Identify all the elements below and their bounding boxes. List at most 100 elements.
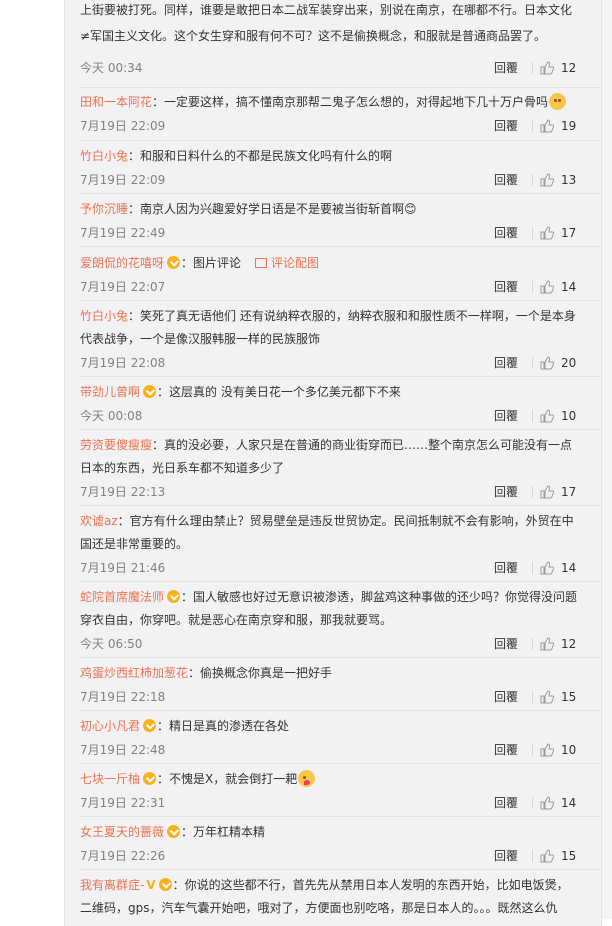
divider: [532, 691, 533, 703]
thumbs-up-icon[interactable]: [540, 561, 554, 575]
reply-button[interactable]: 回覆: [494, 56, 518, 80]
comment-item: 带劲儿曾啊 ：这层真的 没有美日花一个多亿美元都下不来 今天 00:08 回覆 1…: [80, 381, 580, 428]
username-link[interactable]: 竹白小兔: [80, 149, 128, 163]
comment-item: 蛇院首席魔法师 ：国人敏感也好过无意识被渗透，脚盆鸡这种事做的还少吗？你觉得没问题…: [80, 586, 580, 656]
divider: [80, 429, 600, 430]
comment-image-link[interactable]: 评论配图: [271, 256, 319, 270]
scrollbar[interactable]: [602, 0, 612, 919]
emoji-icon: [549, 93, 567, 110]
comment-time: 7月19日 21:46: [80, 561, 166, 575]
comment-time: 今天 06:50: [80, 637, 143, 651]
like-count: 20: [561, 356, 577, 370]
username-link[interactable]: 带劲儿曾啊: [80, 385, 140, 399]
like-count: 12: [561, 637, 577, 651]
comment-item: 我有离群症- V ：你说的这些都不行，首先先从禁用日本人发明的东西开始，比如电饭煲，…: [80, 874, 580, 919]
comment-item: 初心小凡君 ：精日是真的渗透在各处 7月19日 22:48 回覆 10: [80, 715, 580, 762]
comment-text: ：一定要这样，搞不懂南京那帮二鬼子怎么想的，对得起地下几十万户骨吗: [152, 95, 549, 109]
thumbs-up-icon[interactable]: [540, 173, 554, 187]
divider: [532, 562, 533, 574]
comment-item: 上街要被打死。同样，谁要是敢把日本二战军装穿出来，别说在南京，在哪都不行。日本文…: [80, 0, 580, 80]
verified-icon: [158, 878, 172, 891]
divider: [80, 581, 600, 582]
reply-button[interactable]: 回覆: [494, 738, 518, 762]
username-link[interactable]: 初心小凡君: [80, 719, 140, 733]
reply-button[interactable]: 回覆: [494, 168, 518, 192]
thumbs-up-icon[interactable]: [540, 119, 554, 133]
reply-button[interactable]: 回覆: [494, 632, 518, 656]
like-count: 10: [561, 409, 577, 423]
divider: [80, 246, 600, 247]
divider: [80, 869, 600, 870]
thumbs-up-icon[interactable]: [540, 280, 554, 294]
divider: [80, 816, 600, 817]
divider: [80, 87, 600, 88]
comment-text: 上街要被打死。同样，谁要是敢把日本二战军装穿出来，别说在南京，在哪都不行。日本文…: [80, 3, 573, 43]
username-link[interactable]: 爱朗侃的花嘻呀: [80, 256, 164, 270]
thumbs-up-icon[interactable]: [540, 690, 554, 704]
image-icon: [255, 258, 268, 268]
reply-button[interactable]: 回覆: [494, 275, 518, 299]
comment-item: 七块一斤柚 ：不愧是X，就会倒打一耙 7月19日 22:31 回覆 14: [80, 768, 580, 815]
thumbs-up-icon[interactable]: [540, 796, 554, 810]
username-link[interactable]: 女王夏天的蔷薇: [80, 825, 164, 839]
reply-button[interactable]: 回覆: [494, 556, 518, 580]
comment-text: ：图片评论: [181, 256, 242, 270]
thumbs-up-icon[interactable]: [540, 61, 554, 75]
like-count: 17: [561, 485, 577, 499]
username-link[interactable]: 鸡蛋炒西红柿加葱花: [80, 666, 188, 680]
comment-time: 7月19日 22:26: [80, 849, 166, 863]
divider: [80, 140, 600, 141]
divider: [80, 763, 600, 764]
comment-item: 女王夏天的蔷薇 ：万年杠精本精 7月19日 22:26 回覆 15: [80, 821, 580, 868]
thumbs-up-icon[interactable]: [540, 849, 554, 863]
divider: [532, 62, 533, 74]
comment-time: 7月19日 22:31: [80, 796, 166, 810]
like-count: 14: [561, 561, 577, 575]
username-link[interactable]: 劳资要傻瘦瘦: [80, 438, 152, 452]
username-link[interactable]: 蛇院首席魔法师: [80, 590, 164, 604]
verified-icon: [143, 772, 157, 785]
username-link[interactable]: 七块一斤柚: [80, 772, 140, 786]
like-count: 14: [561, 280, 577, 294]
comment-time: 7月19日 22:48: [80, 743, 166, 757]
thumbs-up-icon[interactable]: [540, 485, 554, 499]
divider: [80, 505, 600, 506]
like-count: 12: [561, 61, 577, 75]
reply-button[interactable]: 回覆: [494, 114, 518, 138]
username-link[interactable]: 予你沉睡: [80, 202, 128, 216]
comment-text: ：不愧是X，就会倒打一耙: [157, 772, 298, 786]
divider: [80, 300, 600, 301]
thumbs-up-icon[interactable]: [540, 409, 554, 423]
thumbs-up-icon[interactable]: [540, 356, 554, 370]
reply-button[interactable]: 回覆: [494, 221, 518, 245]
reply-button[interactable]: 回覆: [494, 844, 518, 868]
comment-text: ：偷换概念你真是一把好手: [188, 666, 333, 680]
like-count: 14: [561, 796, 577, 810]
reply-button[interactable]: 回覆: [494, 480, 518, 504]
username-link[interactable]: 田和一本阿花: [80, 95, 152, 109]
comment-item: 竹白小兔：和服和日料什么的不都是民族文化吗有什么的啊 7月19日 22:09 回…: [80, 145, 580, 192]
reply-button[interactable]: 回覆: [494, 685, 518, 709]
username-link[interactable]: 我有离群症-: [80, 878, 144, 892]
divider: [532, 227, 533, 239]
reply-button[interactable]: 回覆: [494, 351, 518, 375]
comment-time: 今天 00:08: [80, 409, 143, 423]
emoji-icon: [298, 770, 316, 787]
like-count: 17: [561, 226, 577, 240]
like-count: 15: [561, 690, 577, 704]
divider: [532, 744, 533, 756]
comment-text: ：这层真的 没有美日花一个多亿美元都下不来: [157, 385, 401, 399]
thumbs-up-icon[interactable]: [540, 637, 554, 651]
thumbs-up-icon[interactable]: [540, 226, 554, 240]
comment-text: ：南京人因为兴趣爱好学日语是不是要被当街斩首啊😊: [128, 202, 417, 216]
like-count: 15: [561, 849, 577, 863]
thumbs-up-icon[interactable]: [540, 743, 554, 757]
divider: [532, 357, 533, 369]
username-link[interactable]: 竹白小兔: [80, 309, 128, 323]
reply-button[interactable]: 回覆: [494, 791, 518, 815]
username-link[interactable]: 欢谑az: [80, 514, 118, 528]
comment-text: ：官方有什么理由禁止？贸易壁垒是违反世贸协定。民间抵制就不会有影响，外贸在中国还…: [80, 514, 574, 551]
reply-button[interactable]: 回覆: [494, 404, 518, 428]
verified-icon: [143, 719, 157, 732]
comment-text: ：真的没必要，人家只是在普通的商业街穿而已……整个南京怎么可能没有一点日本的东西…: [80, 438, 573, 475]
